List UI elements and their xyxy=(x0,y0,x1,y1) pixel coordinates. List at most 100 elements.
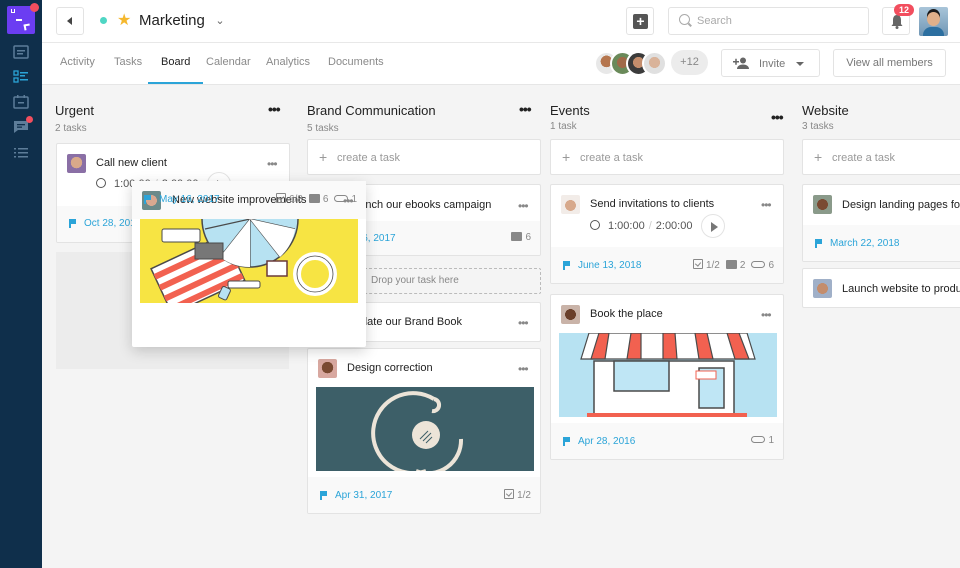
add-person-icon xyxy=(733,57,749,69)
card-title: Design correction xyxy=(347,362,433,374)
view-all-members-button[interactable]: View all members xyxy=(833,49,946,77)
assignee-avatar xyxy=(318,359,337,378)
task-card[interactable]: Design correction ••• Apr 31, 2017 1/2 xyxy=(307,348,541,514)
chat-badge xyxy=(26,116,33,123)
task-card[interactable]: Send invitations to clients ••• 1:00:00/… xyxy=(550,184,784,284)
task-card[interactable]: Design landing pages for March 22, 2018 xyxy=(802,184,960,262)
search-input[interactable] xyxy=(697,13,857,29)
due-date: June 13, 2018 xyxy=(563,260,641,271)
timer-icon xyxy=(590,220,600,230)
column-count: 2 tasks xyxy=(55,123,87,134)
card-menu-icon[interactable]: ••• xyxy=(761,309,772,321)
active-tab-indicator xyxy=(148,82,203,84)
logo-badge xyxy=(30,3,39,12)
tab-board[interactable]: Board xyxy=(161,56,190,68)
card-menu-icon[interactable]: ••• xyxy=(518,200,529,212)
tab-activity[interactable]: Activity xyxy=(60,56,95,68)
timer-icon xyxy=(96,178,106,188)
plus-icon: + xyxy=(633,14,648,29)
caret-down-icon xyxy=(796,62,804,66)
column-count: 5 tasks xyxy=(307,123,339,134)
notification-badge: 12 xyxy=(894,4,915,16)
plus-icon: + xyxy=(319,149,328,165)
tab-bar: Activity Tasks Board Calendar Analytics … xyxy=(42,43,960,85)
due-date: Oct 28, 2017 xyxy=(69,218,141,229)
search-box[interactable] xyxy=(668,7,869,35)
card-title: Design landing pages for xyxy=(842,199,960,211)
star-icon[interactable]: ★ xyxy=(117,10,131,30)
bell-icon xyxy=(891,15,903,29)
card-title: Launch our ebooks campaign xyxy=(347,199,492,211)
flag-icon xyxy=(563,437,570,446)
assignee-avatar xyxy=(561,195,580,214)
attachment-icon xyxy=(751,436,766,443)
column-menu-icon[interactable]: ••• xyxy=(519,102,532,116)
comment-icon xyxy=(511,232,523,241)
column-title: Website xyxy=(802,103,849,118)
card-menu-icon[interactable]: ••• xyxy=(518,317,529,329)
card-title: Book the place xyxy=(590,308,663,320)
flag-icon xyxy=(144,195,151,204)
task-card[interactable]: Book the place ••• Apr 28, 2016 1 xyxy=(550,294,784,460)
plus-icon: + xyxy=(814,149,823,165)
card-menu-icon[interactable]: ••• xyxy=(267,158,278,170)
assignee-avatar xyxy=(813,279,832,298)
due-date: Apr 31, 2017 xyxy=(320,490,392,501)
invite-button[interactable]: Invite xyxy=(721,49,820,77)
list-icon[interactable] xyxy=(13,146,29,160)
chevron-down-icon[interactable]: ⌄ xyxy=(212,11,228,29)
calendar-icon[interactable] xyxy=(13,95,29,109)
play-button[interactable] xyxy=(701,214,725,238)
column-menu-icon[interactable]: ••• xyxy=(771,110,784,124)
column-count: 1 task xyxy=(550,121,577,132)
assignee-avatar xyxy=(67,154,86,173)
tab-calendar[interactable]: Calendar xyxy=(206,56,251,68)
search-icon xyxy=(679,14,690,25)
flag-icon xyxy=(320,491,327,500)
more-members-badge[interactable]: +12 xyxy=(671,50,708,75)
column-title: Brand Communication xyxy=(307,103,436,118)
comment-icon xyxy=(725,260,737,269)
card-footer: June 13, 2018 1/2 2 6 xyxy=(551,247,783,283)
tab-analytics[interactable]: Analytics xyxy=(266,56,310,68)
dragging-task-card[interactable]: New website improvements ••• May 16, 201… xyxy=(132,181,366,347)
user-avatar[interactable] xyxy=(919,7,948,36)
plus-icon: + xyxy=(562,149,571,165)
column-count: 3 tasks xyxy=(802,121,834,132)
card-cover-image xyxy=(316,387,534,471)
card-footer: Apr 28, 2016 1 xyxy=(551,423,783,459)
card-menu-icon[interactable]: ••• xyxy=(761,199,772,211)
attachment-icon xyxy=(751,261,766,268)
card-meta: 1/2 2 6 xyxy=(692,259,774,271)
checklist-icon xyxy=(692,259,703,269)
task-timer: 1:00:00/2:00:00 xyxy=(590,220,692,232)
messages-icon[interactable] xyxy=(13,45,29,59)
card-meta: 1/2 xyxy=(504,489,531,501)
status-dot xyxy=(100,17,107,24)
app-logo[interactable] xyxy=(7,3,39,34)
task-card[interactable]: Launch website to produ xyxy=(802,268,960,308)
card-menu-icon[interactable]: ••• xyxy=(518,363,529,375)
back-button[interactable] xyxy=(56,7,84,35)
tab-tasks[interactable]: Tasks xyxy=(114,56,142,68)
invite-label: Invite xyxy=(759,58,786,70)
create-task-button[interactable]: + create a task xyxy=(802,139,960,175)
board-icon[interactable] xyxy=(13,70,29,84)
column-menu-icon[interactable]: ••• xyxy=(268,102,281,116)
checklist-icon xyxy=(275,193,286,203)
due-date: May 16, 2017 xyxy=(144,194,220,205)
card-cover-image xyxy=(140,219,358,303)
card-title: Launch website to produ xyxy=(842,283,960,295)
add-button[interactable]: + xyxy=(626,7,654,35)
flag-icon xyxy=(563,261,570,270)
assignee-avatar xyxy=(561,305,580,324)
attachment-icon xyxy=(334,195,349,202)
create-task-button[interactable]: + create a task xyxy=(550,139,784,175)
tab-documents[interactable]: Documents xyxy=(328,56,384,68)
create-task-button[interactable]: + create a task xyxy=(307,139,541,175)
assignee-avatar xyxy=(813,195,832,214)
member-avatar[interactable] xyxy=(642,51,667,76)
project-title: Marketing xyxy=(139,12,205,29)
card-cover-image xyxy=(559,333,777,417)
card-meta: 6/8 6 1 xyxy=(275,193,357,205)
